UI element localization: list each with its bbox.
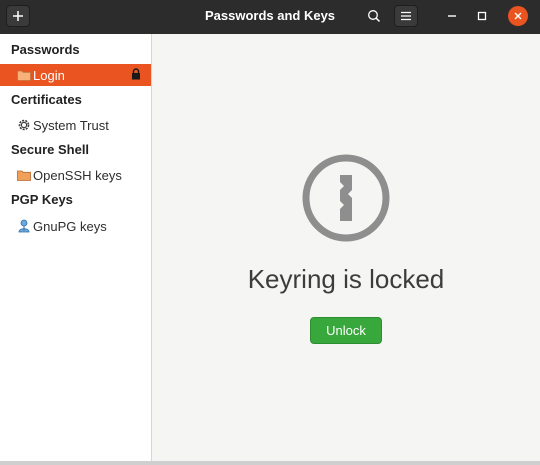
search-button[interactable] <box>362 5 386 27</box>
sidebar-item-openssh-keys[interactable]: OpenSSH keys <box>0 164 151 186</box>
maximize-button[interactable] <box>472 6 492 26</box>
sidebar-item-label: Login <box>33 67 65 83</box>
close-button[interactable] <box>508 6 528 26</box>
sidebar-item-system-trust[interactable]: System Trust <box>0 114 151 136</box>
keyhole-lock-icon <box>302 154 390 242</box>
sidebar-item-login[interactable]: Login <box>0 64 151 86</box>
keyring-locked-message: Keyring is locked <box>247 264 445 294</box>
sidebar-item-label: OpenSSH keys <box>33 167 122 183</box>
folder-icon <box>17 168 31 182</box>
close-icon <box>514 12 522 20</box>
sidebar-item-label: System Trust <box>33 117 109 133</box>
section-heading-certificates: Certificates <box>11 92 82 107</box>
sidebar-item-gnupg-keys[interactable]: GnuPG keys <box>0 215 151 237</box>
person-key-icon <box>17 219 31 233</box>
header-bar: Passwords and Keys <box>0 0 540 34</box>
hamburger-menu-icon <box>401 11 411 21</box>
section-heading-pgp-keys: PGP Keys <box>11 192 73 207</box>
main-content: Keyring is locked Unlock <box>152 34 540 465</box>
add-button[interactable] <box>6 5 30 27</box>
search-icon <box>368 10 381 23</box>
minimize-button[interactable] <box>442 6 462 26</box>
gear-icon <box>17 118 31 132</box>
window-bottom-edge <box>0 461 540 465</box>
sidebar: Passwords Login Certificates System Trus… <box>0 34 152 465</box>
plus-icon <box>13 11 23 21</box>
folder-icon <box>17 68 31 82</box>
sidebar-item-label: GnuPG keys <box>33 218 107 234</box>
section-heading-secure-shell: Secure Shell <box>11 142 90 157</box>
section-heading-passwords: Passwords <box>11 42 80 57</box>
minimize-icon <box>448 15 456 17</box>
main-menu-button[interactable] <box>394 5 418 27</box>
unlock-button[interactable]: Unlock <box>310 317 382 344</box>
lock-icon <box>131 68 141 83</box>
maximize-icon <box>477 11 487 21</box>
